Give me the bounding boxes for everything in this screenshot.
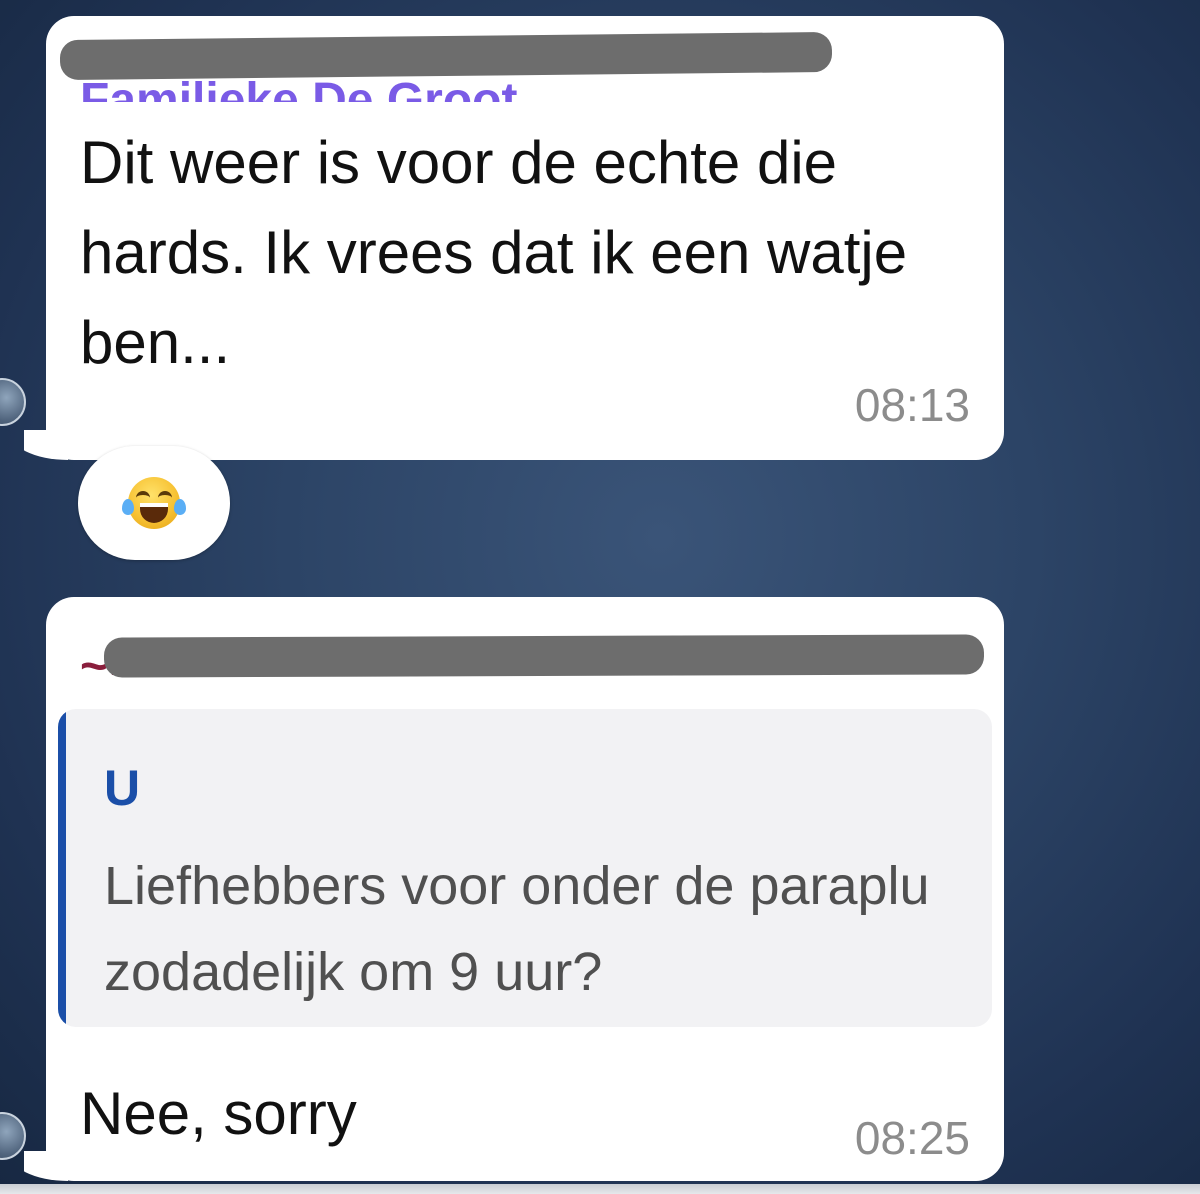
bottom-edge	[0, 1184, 1200, 1194]
redaction-mark	[103, 634, 985, 678]
message-bubble[interactable]: Familieke De Groot Dit weer is voor de e…	[24, 16, 1004, 460]
chat-conversation: Familieke De Groot Dit weer is voor de e…	[0, 0, 1200, 1194]
quoted-author: U	[104, 760, 141, 816]
message-text: Nee, sorry	[80, 1080, 357, 1147]
avatar[interactable]	[0, 1112, 26, 1160]
quoted-text: Liefhebbers voor onder de paraplu zodade…	[104, 856, 930, 1002]
quote-accent-bar	[58, 709, 66, 1027]
avatar[interactable]	[0, 378, 26, 426]
bubble-tail	[24, 430, 68, 460]
message-timestamp: 08:13	[854, 379, 970, 431]
message-bubble[interactable]: ~Anna U Liefhebbers voor onder de parapl…	[24, 597, 1004, 1181]
redaction-mark	[59, 31, 833, 81]
reaction-badge[interactable]	[78, 446, 230, 560]
face-with-tears-of-joy-icon	[122, 477, 186, 529]
quoted-message[interactable]: U Liefhebbers voor onder de paraplu zoda…	[58, 709, 992, 1027]
message-timestamp: 08:25	[854, 1112, 970, 1164]
message-text: Dit weer is voor de echte die hards. Ik …	[80, 129, 908, 376]
bubble-tail	[24, 1151, 68, 1181]
